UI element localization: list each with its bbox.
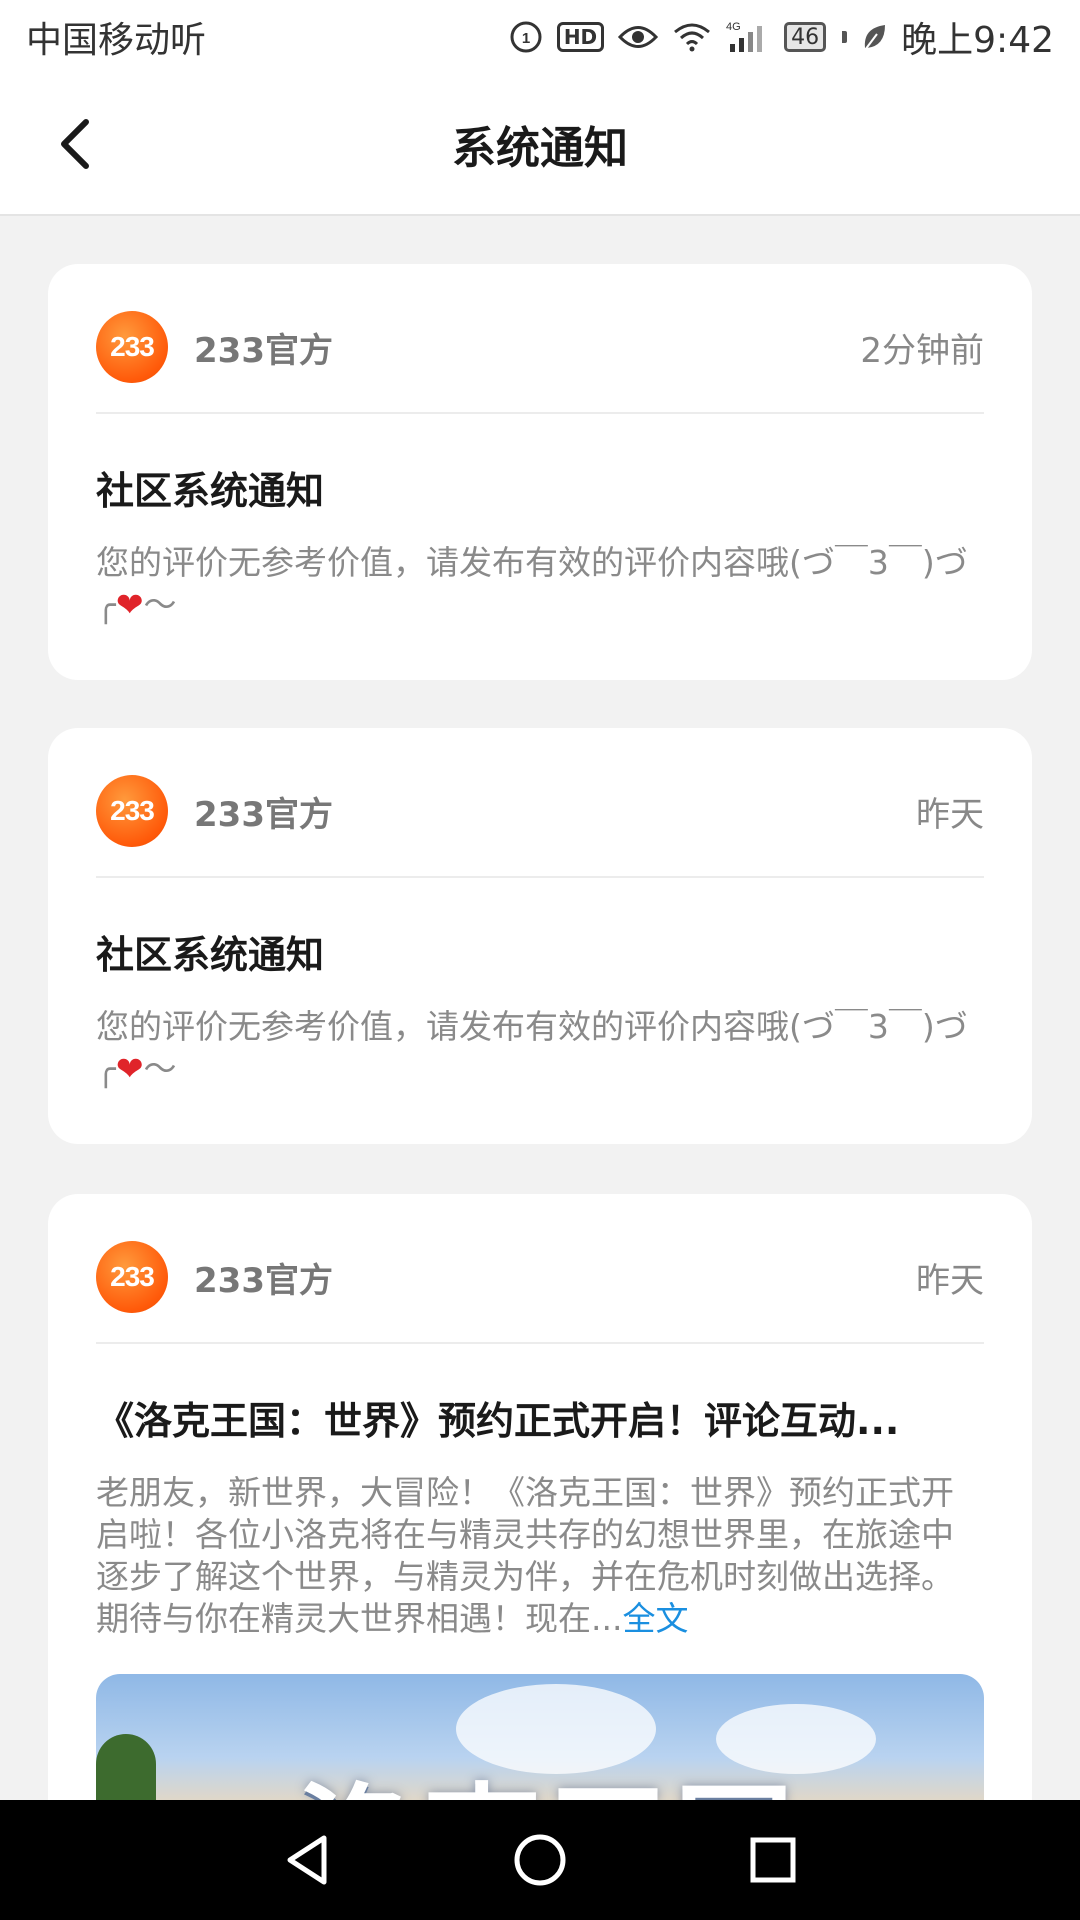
square-recents-icon (750, 1837, 796, 1883)
heart-icon: ❤ (115, 585, 144, 624)
status-icons: 1 HD 4G 46 晚上9:42 (509, 11, 1054, 63)
header-bar: 系统通知 (0, 74, 1080, 216)
notification-card[interactable]: 233 233官方 昨天 社区系统通知 您的评价无参考价值，请发布有效的评价内容… (48, 728, 1032, 1144)
battery-level: 46 (791, 24, 820, 50)
status-bar: 中国移动听 1 HD 4G 46 晚上9:42 (0, 0, 1080, 74)
clock: 晚上9:42 (901, 20, 1054, 61)
notification-title: 社区系统通知 (96, 933, 325, 977)
card-header: 233 233官方 昨天 (96, 1240, 984, 1314)
carrier-label: 中国移动听 (26, 11, 206, 63)
battery-tip (842, 31, 848, 43)
network-type-label: 4G (726, 21, 741, 33)
banner-tree (96, 1734, 156, 1800)
card-header: 233 233官方 2分钟前 (96, 310, 984, 384)
volte-icon: 1 (509, 20, 543, 54)
divider (96, 1342, 984, 1344)
notification-body: 您的评价无参考价值，请发布有效的评价内容哦(づ￣3￣)づ╭❤～ (96, 542, 984, 626)
author-name: 233官方 (194, 330, 333, 371)
leaf-icon (861, 22, 887, 52)
avatar[interactable]: 233 (96, 1241, 168, 1313)
chevron-left-icon (61, 119, 89, 169)
carrier-name: 中国移动 (26, 20, 171, 61)
hd-icon: HD (556, 22, 605, 52)
eye-icon (618, 22, 659, 52)
author-name: 233官方 (194, 1260, 333, 1301)
notification-card[interactable]: 233 233官方 昨天 《洛克王国：世界》预约正式开启！评论互动... 老朋友… (48, 1194, 1032, 1800)
body-tail: ～ (143, 585, 177, 624)
body-text: 您的评价无参考价值，请发布有效的评价内容哦(づ￣3￣)づ╭ (96, 543, 968, 624)
banner-title: 洛克王国 (296, 1744, 800, 1800)
body-text: 您的评价无参考价值，请发布有效的评价内容哦(づ￣3￣)づ╭ (96, 1007, 968, 1088)
wifi-icon (672, 22, 712, 52)
notification-body: 老朋友，新世界，大冒险！《洛克王国：世界》预约正式开启啦！各位小洛克将在与精灵共… (96, 1472, 984, 1640)
notification-banner-image[interactable]: 洛克王国 (96, 1674, 984, 1800)
body-text: 老朋友，新世界，大冒险！《洛克王国：世界》预约正式开启啦！各位小洛克将在与精灵共… (96, 1473, 954, 1638)
signal-icon: 4G (726, 20, 770, 54)
timestamp: 2分钟前 (860, 330, 984, 371)
notification-title: 社区系统通知 (96, 469, 325, 513)
nav-recents-button[interactable] (733, 1820, 813, 1900)
circle-home-icon (514, 1834, 566, 1886)
divider (96, 876, 984, 878)
card-header: 233 233官方 昨天 (96, 774, 984, 848)
timestamp: 昨天 (916, 1260, 984, 1301)
page-title: 系统通知 (452, 123, 628, 174)
avatar[interactable]: 233 (96, 775, 168, 847)
notification-list[interactable]: 233 233官方 2分钟前 社区系统通知 您的评价无参考价值，请发布有效的评价… (0, 216, 1080, 1800)
timestamp: 昨天 (916, 794, 984, 835)
author-name: 233官方 (194, 794, 333, 835)
divider (96, 412, 984, 414)
avatar[interactable]: 233 (96, 311, 168, 383)
body-tail: ～ (143, 1049, 177, 1088)
notification-body: 您的评价无参考价值，请发布有效的评价内容哦(づ￣3￣)づ╭❤～ (96, 1006, 984, 1090)
svg-text:1: 1 (522, 30, 530, 47)
carrier-extra: 听 (170, 20, 207, 61)
read-more-link[interactable]: 全文 (622, 1599, 688, 1638)
nav-back-button[interactable] (267, 1820, 347, 1900)
back-button[interactable] (44, 114, 104, 174)
system-nav-bar (0, 1800, 1080, 1920)
triangle-back-icon (287, 1835, 327, 1885)
heart-icon: ❤ (115, 1049, 144, 1088)
notification-card[interactable]: 233 233官方 2分钟前 社区系统通知 您的评价无参考价值，请发布有效的评价… (48, 264, 1032, 680)
battery-icon: 46 (784, 22, 827, 52)
notification-title: 《洛克王国：世界》预约正式开启！评论互动... (96, 1399, 900, 1443)
nav-home-button[interactable] (500, 1820, 580, 1900)
